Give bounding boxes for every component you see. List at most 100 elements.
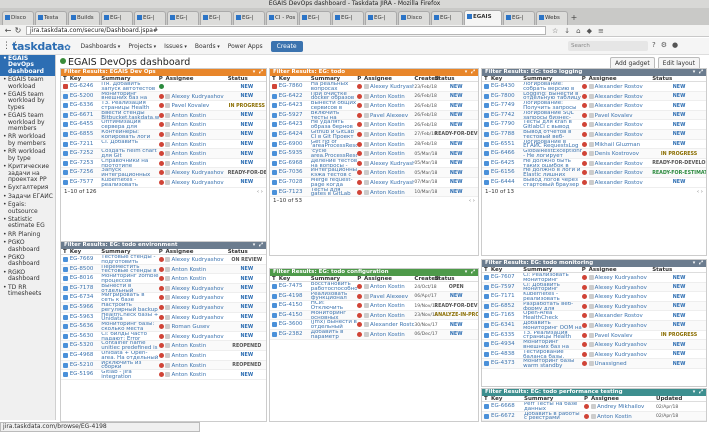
sidebar-item[interactable]: Критические задачи на проектах РР: [0, 163, 55, 184]
table-row[interactable]: EG-7171Kubernetes - реализовать монитори…: [482, 292, 706, 302]
issue-key-link[interactable]: EG-6336: [70, 101, 102, 110]
assignee-cell[interactable]: Alexander Rostov: [588, 178, 653, 187]
assignee-name[interactable]: Alexander Rostov: [595, 180, 643, 186]
assignee-cell[interactable]: Alexey Kudryashov: [165, 293, 227, 302]
column-key[interactable]: Key: [70, 76, 102, 82]
reload-icon[interactable]: ↻: [13, 26, 23, 35]
issue-key-link[interactable]: EG-6341: [491, 321, 523, 330]
menu-issues[interactable]: Issues: [164, 43, 187, 50]
issue-summary-link[interactable]: Не должно быть таких ошибок в лог, отчет…: [523, 159, 582, 168]
assignee-name[interactable]: Anton Kostin: [171, 161, 206, 167]
browser-tab[interactable]: Disco: [398, 11, 430, 25]
assignee-cell[interactable]: Alexey Kudryashov: [588, 302, 653, 311]
table-row[interactable]: EG-7036Интеграционный кэжа тестов с Jira…: [270, 168, 478, 178]
assignee-cell[interactable]: Anton Kostin: [165, 351, 227, 360]
assignee-cell[interactable]: Anton Kostin: [364, 149, 414, 158]
assignee-name[interactable]: Alexey Kudryashov: [171, 286, 223, 292]
assignee-name[interactable]: Anton Kostin: [171, 363, 206, 369]
assignee-name[interactable]: Anton Kostin: [171, 372, 206, 378]
assignee-name[interactable]: Pavel Alexeev: [370, 294, 408, 300]
assignee-name[interactable]: Alexey Kudryashov: [595, 285, 647, 291]
issue-key-link[interactable]: EG-8016: [70, 274, 102, 283]
issue-summary-link[interactable]: Деление тестов на вопросы - генерация вс…: [311, 159, 358, 168]
issue-key-link[interactable]: EG-4198: [279, 292, 311, 301]
issue-key-link[interactable]: EG-6246: [70, 82, 102, 91]
issue-summary-link[interactable]: (Jmx) Вынести в отдельный ребилд поддерж…: [311, 320, 358, 329]
browser-tab[interactable]: EG-|: [167, 11, 199, 25]
sidebar-item[interactable]: EGAIS team workload by types: [0, 91, 55, 112]
assignee-cell[interactable]: Roman Gusev: [165, 322, 227, 331]
assignee-name[interactable]: Alexey Kudryashov: [595, 294, 647, 300]
issue-key-link[interactable]: EG-5966: [70, 303, 102, 312]
issue-key-link[interactable]: EG-7028: [279, 178, 311, 187]
issue-summary-link[interactable]: Логирование: Получить запросы SOAP: [523, 101, 582, 110]
assignee-name[interactable]: Anton Kostin: [171, 151, 206, 157]
sidebar-item[interactable]: PGKO dashboard: [0, 254, 55, 269]
issue-summary-link[interactable]: НСИ: Отключить тесты из тестов и добавит…: [311, 301, 358, 310]
issue-summary-link[interactable]: Настроить регулярный backup хранилища: [101, 303, 158, 312]
sidebar-item[interactable]: RR workload by members: [0, 133, 55, 148]
column-summary[interactable]: Summary: [523, 76, 582, 82]
assignee-name[interactable]: Roman Gusev: [171, 324, 209, 330]
issue-summary-link[interactable]: Добавить в работы с реестрами: [524, 412, 584, 421]
assignee-cell[interactable]: Alexey Kudryashov: [588, 340, 653, 349]
assignee-cell[interactable]: Anton Kostin: [165, 274, 227, 283]
assignee-cell[interactable]: Anton Kostin: [165, 159, 227, 168]
issue-summary-link[interactable]: Включить тесты на firefox/headless: [311, 111, 358, 120]
issue-key-link[interactable]: EG-8430: [491, 82, 523, 91]
column-p[interactable]: P: [159, 249, 166, 255]
issue-key-link[interactable]: EG-7860: [279, 82, 311, 91]
issue-summary-link[interactable]: Perf Тесты на базе данных: [524, 402, 584, 411]
issue-key-link[interactable]: EG-7475: [279, 282, 311, 291]
sidebar-item[interactable]: Egais: outsource: [0, 201, 55, 216]
table-row[interactable]: EG-4934Мониторинг внешних баз на отсутст…: [482, 340, 706, 350]
table-row[interactable]: EG-8430Логирование: собрать версию в лог…: [482, 82, 706, 92]
gadget-controls[interactable]: ▾ ⤢: [253, 69, 264, 76]
issue-summary-link[interactable]: Container name unitiec predefined is alr…: [101, 341, 158, 350]
issue-key-link[interactable]: EG-6423: [279, 101, 311, 110]
assignee-name[interactable]: Anton Kostin: [171, 132, 206, 138]
column-key[interactable]: Key: [279, 76, 311, 82]
assignee-name[interactable]: Alexander Rostov: [370, 322, 414, 329]
column-assignee[interactable]: Assignee: [364, 76, 414, 82]
settings-icon[interactable]: ⚙: [661, 41, 667, 49]
assignee-name[interactable]: Alexey Kudryashov: [370, 84, 414, 90]
table-row[interactable]: EG-7475Восстановить работоспособность ал…: [270, 282, 478, 292]
column-p[interactable]: P: [582, 76, 589, 82]
issue-key-link[interactable]: EG-7178: [70, 284, 102, 293]
column-key[interactable]: Key: [491, 267, 523, 273]
table-row[interactable]: EG-6156 Не должно в логи и Elastic лишних…: [482, 168, 706, 178]
column-status[interactable]: Status: [228, 76, 266, 82]
table-row[interactable]: EG-8016 Мониторинг zombie процессов Anton …: [61, 274, 266, 284]
issue-summary-link[interactable]: ТЗ. Реализация страницы Health Check (HC…: [523, 331, 582, 340]
issue-summary-link[interactable]: Исключить из сборки приложения тестирова…: [101, 361, 158, 370]
column-assignee[interactable]: Assignee: [589, 76, 653, 82]
issue-summary-link[interactable]: HealthCheck базы + Unidata: [101, 313, 158, 322]
column-summary[interactable]: Summary: [311, 276, 358, 282]
back-icon[interactable]: ←: [3, 26, 13, 35]
issue-summary-link[interactable]: Не должно в логи и Elastic лишних данных: [523, 168, 582, 177]
table-row[interactable]: EG-4373 Мониторинг базы warm standby Unass…: [482, 359, 706, 369]
issue-summary-link[interactable]: CI: билды часто падают: Error response f…: [101, 332, 158, 341]
assignee-name[interactable]: Alexey Kudryashov: [595, 323, 647, 329]
table-row[interactable]: EG-6335ТЗ. Реализация страницы Health Ch…: [482, 331, 706, 341]
table-row[interactable]: EG-7165 Open-Area HealthCheck Alexander Ro…: [482, 311, 706, 321]
table-row[interactable]: EG-2382Добавить в параметр деплоя Anton K…: [270, 329, 478, 340]
assignee-cell[interactable]: Anton Kostin: [364, 301, 414, 310]
issue-summary-link[interactable]: Тестовые стенды - подготовить: [101, 255, 158, 264]
issue-key-link[interactable]: EG-5200: [70, 92, 102, 101]
assignee-name[interactable]: Alexander Rostov: [595, 103, 643, 109]
column-t[interactable]: T: [272, 276, 279, 282]
issue-summary-link[interactable]: Тесты для kran в GitlabCI с вывод логов: [523, 120, 582, 129]
browser-tab[interactable]: EG-|: [134, 11, 166, 25]
issue-summary-link[interactable]: Github и GitLab CI в Git Проект в свою и…: [311, 130, 358, 139]
assignee-name[interactable]: Unassigned: [595, 361, 627, 368]
assignee-cell[interactable]: Anton Kostin: [364, 330, 414, 339]
issue-key-link[interactable]: EG-7577: [70, 178, 102, 187]
avatar[interactable]: ●: [672, 41, 678, 49]
table-row[interactable]: EG-7860На реальных вопросах копится dock…: [270, 82, 478, 92]
assignee-name[interactable]: Anton Kostin: [370, 332, 405, 338]
table-row[interactable]: EG-7742Логирование SQL запросы бизнес-ло…: [482, 110, 706, 121]
gadget-controls[interactable]: ▾ ⤢: [693, 260, 704, 267]
assignee-name[interactable]: Anton Kostin: [370, 103, 405, 109]
